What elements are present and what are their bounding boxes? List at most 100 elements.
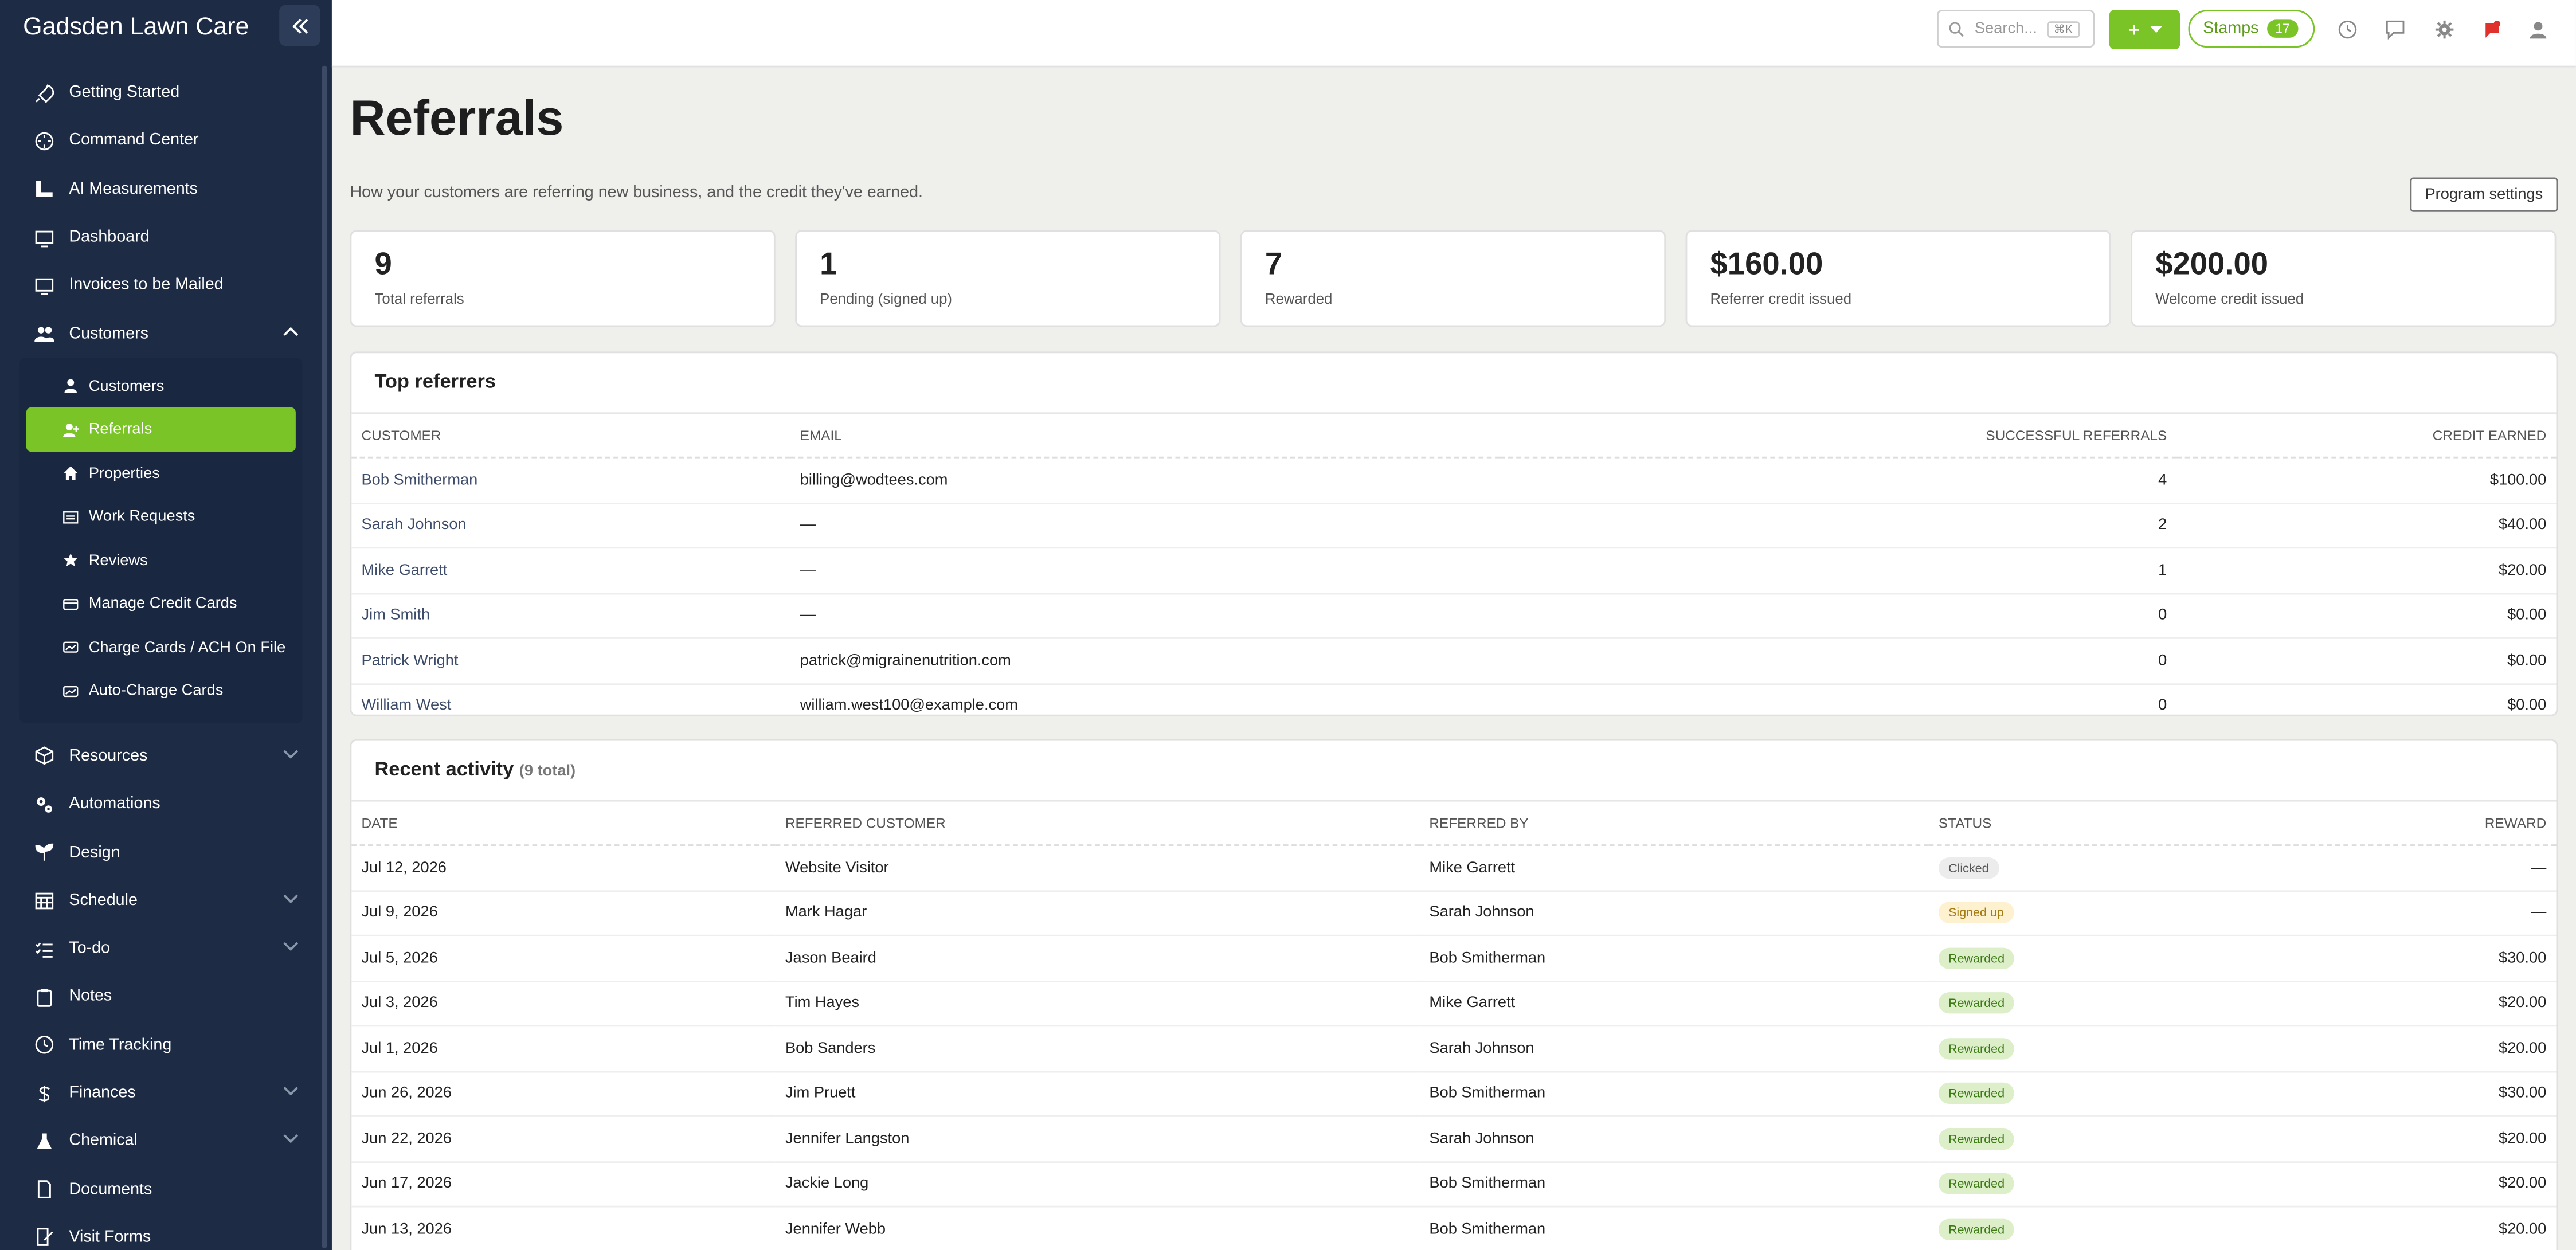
- referred-customer-cell: Jennifer Webb: [785, 1220, 886, 1239]
- sidebar-item-design[interactable]: Design: [0, 829, 322, 877]
- column-header[interactable]: REFERRED BY: [1419, 801, 1929, 846]
- stat-value: 1: [820, 248, 837, 283]
- customer-link[interactable]: Sarah Johnson: [351, 502, 790, 549]
- sidebar-nav: Getting Started Command Center AI Measurem…: [0, 69, 322, 1250]
- sidebar-item-resources[interactable]: Resources: [0, 732, 322, 781]
- table-row[interactable]: Jul 5, 2026 Jason Beaird Bob Smitherman Rew…: [351, 935, 2557, 982]
- column-header[interactable]: SUCCESSFUL REFERRALS: [1500, 414, 2177, 459]
- table-row[interactable]: Sarah Johnson —2 $40.00: [351, 502, 2557, 549]
- submenu-item-label: Referrals: [88, 420, 152, 439]
- email-cell: —: [790, 502, 1500, 549]
- sidebar-item-to-do[interactable]: To-do: [0, 924, 322, 973]
- collapse-sidebar-button[interactable]: [279, 5, 320, 46]
- date-cell: Jul 12, 2026: [351, 845, 776, 891]
- table-row[interactable]: Jun 26, 2026 Jim Pruett Bob Smitherman Rewa…: [351, 1071, 2557, 1117]
- referred-by-cell: Sarah Johnson: [1419, 890, 1929, 936]
- top-referrers-table: CUSTOMER EMAIL SUCCESSFUL REFERRALS CRED…: [351, 414, 2557, 727]
- submenu-item-properties[interactable]: Properties: [26, 452, 296, 495]
- sidebar-item-schedule[interactable]: Schedule: [0, 877, 322, 925]
- status-cell: Rewarded: [1928, 1161, 2277, 1208]
- table-row[interactable]: Jun 17, 2026 Jackie Long Bob Smitherman Rew…: [351, 1161, 2557, 1208]
- search-input[interactable]: Search... ⌘K: [1937, 10, 2095, 48]
- reward-cell: $30.00: [2277, 1071, 2557, 1117]
- table-row[interactable]: Jul 3, 2026 Tim Hayes Mike Garrett Rewarded…: [351, 981, 2557, 1027]
- sidebar-item-notes[interactable]: Notes: [0, 973, 322, 1021]
- referred-customer-cell: Jason Beaird: [775, 935, 1420, 982]
- gear-icon[interactable]: [2434, 19, 2454, 39]
- sidebar-item-visit-forms[interactable]: Visit Forms: [0, 1213, 322, 1250]
- column-header[interactable]: REFERRED CUSTOMER: [775, 801, 1420, 846]
- stat-label: Referrer credit issued: [1710, 291, 1852, 307]
- column-header[interactable]: CUSTOMER: [351, 414, 790, 459]
- submenu-item-work-requests[interactable]: Work Requests: [26, 495, 296, 538]
- table-row[interactable]: Jun 13, 2026 Jennifer Webb Bob Smitherman R…: [351, 1206, 2556, 1250]
- table-row[interactable]: Jul 1, 2026 Bob Sanders Sarah Johnson Rewar…: [351, 1025, 2557, 1072]
- table-row[interactable]: Bob Smitherman billing@wodtees.com 4 $100.0…: [351, 457, 2557, 504]
- submenu-item-customers[interactable]: Customers: [26, 365, 296, 408]
- customers-submenu: Customers Referrals Properties Work Request…: [19, 358, 303, 723]
- home-icon: [64, 466, 78, 480]
- table-row[interactable]: Jun 22, 2026 Jennifer Langston Sarah Johns…: [351, 1116, 2557, 1162]
- sidebar-item-automations[interactable]: Automations: [0, 781, 322, 829]
- sidebar-item-time-tracking[interactable]: Time Tracking: [0, 1021, 322, 1069]
- column-header[interactable]: DATE: [351, 801, 776, 846]
- submenu-item-auto-charge-cards[interactable]: Auto-Charge Cards: [26, 669, 296, 712]
- chat-icon[interactable]: [2385, 19, 2405, 40]
- add-new-button[interactable]: +: [2109, 10, 2180, 49]
- column-header[interactable]: REWARD: [2277, 801, 2557, 846]
- table-row[interactable]: Jul 9, 2026 Mark Hagar Sarah Johnson Signed…: [351, 890, 2557, 936]
- program-settings-button[interactable]: Program settings: [2410, 177, 2558, 212]
- sidebar-item-documents[interactable]: Documents: [0, 1165, 322, 1213]
- sidebar-item-command-center[interactable]: Command Center: [0, 117, 322, 165]
- sidebar-item-finances[interactable]: Finances: [0, 1069, 322, 1117]
- referrals-count-cell: 0: [1500, 638, 2177, 684]
- column-header[interactable]: EMAIL: [790, 414, 1500, 459]
- submenu-item-reviews[interactable]: Reviews: [26, 538, 296, 582]
- submenu-item-charge-cards-ach-on-file[interactable]: Charge Cards / ACH On File: [26, 625, 296, 669]
- sidebar-item-chemical[interactable]: Chemical: [0, 1117, 322, 1165]
- reward-cell: $20.00: [2277, 1116, 2557, 1162]
- column-header[interactable]: CREDIT EARNED: [2176, 414, 2557, 459]
- customer-link[interactable]: Patrick Wright: [351, 638, 790, 684]
- sidebar-item-invoices-to-be-mailed[interactable]: Invoices to be Mailed: [0, 261, 322, 309]
- date-cell: Jul 1, 2026: [351, 1025, 776, 1072]
- topbar: Search... ⌘K + Stamps 17: [331, 0, 2576, 68]
- stamps-button[interactable]: Stamps 17: [2188, 10, 2315, 48]
- sidebar-scrollbar[interactable]: [322, 65, 327, 1249]
- date-cell: Jul 5, 2026: [351, 935, 776, 982]
- table-row[interactable]: Jim Smith —0 $0.00: [351, 593, 2557, 639]
- sidebar-item-label: Design: [69, 843, 120, 862]
- referred-customer-cell: Jennifer Langston: [775, 1116, 1420, 1162]
- customer-link[interactable]: Jim Smith: [351, 593, 790, 639]
- sidebar-item-dashboard[interactable]: Dashboard: [0, 213, 322, 261]
- history-icon[interactable]: [2338, 19, 2357, 39]
- customer-link[interactable]: Mike Garrett: [351, 547, 790, 594]
- submenu-item-manage-credit-cards[interactable]: Manage Credit Cards: [26, 582, 296, 625]
- status-badge: Rewarded: [1938, 1218, 2015, 1240]
- page-subtitle: How your customers are referring new bus…: [350, 183, 923, 202]
- status-badge: Rewarded: [1938, 1173, 2015, 1195]
- sidebar-item-getting-started[interactable]: Getting Started: [0, 69, 322, 117]
- table-row[interactable]: Jul 12, 2026 Website Visitor Mike Garrett C…: [351, 845, 2557, 891]
- cogs-icon: [37, 797, 52, 813]
- status-cell: Rewarded: [1928, 935, 2277, 982]
- sidebar-item-customers[interactable]: Customers: [0, 309, 322, 358]
- submenu-item-referrals[interactable]: Referrals: [26, 407, 296, 452]
- user-avatar-icon[interactable]: [2528, 19, 2548, 39]
- credit-earned-cell: $0.00: [2176, 638, 2557, 684]
- status-badge: Rewarded: [1938, 1083, 2015, 1104]
- table-row[interactable]: Patrick Wright patrick@migrainenutrition.…: [351, 638, 2557, 684]
- referred-by-cell: Bob Smitherman: [1419, 1071, 1929, 1117]
- credit-earned-cell: $0.00: [2507, 696, 2547, 715]
- user-icon: [64, 379, 77, 393]
- referred-customer-cell: Jim Pruett: [775, 1071, 1420, 1117]
- customer-link[interactable]: William West: [351, 683, 790, 727]
- table-row[interactable]: William West william.west100@example.com 0…: [351, 683, 2556, 727]
- customer-link[interactable]: Bob Smitherman: [351, 457, 790, 504]
- double-chevron-left-icon: [291, 18, 307, 33]
- column-header[interactable]: STATUS: [1928, 801, 2277, 846]
- sidebar-item-ai-measurements[interactable]: AI Measurements: [0, 165, 322, 213]
- notification-icon[interactable]: [2483, 19, 2502, 39]
- table-row[interactable]: Mike Garrett —1 $20.00: [351, 547, 2557, 594]
- submenu-item-label: Work Requests: [88, 507, 195, 526]
